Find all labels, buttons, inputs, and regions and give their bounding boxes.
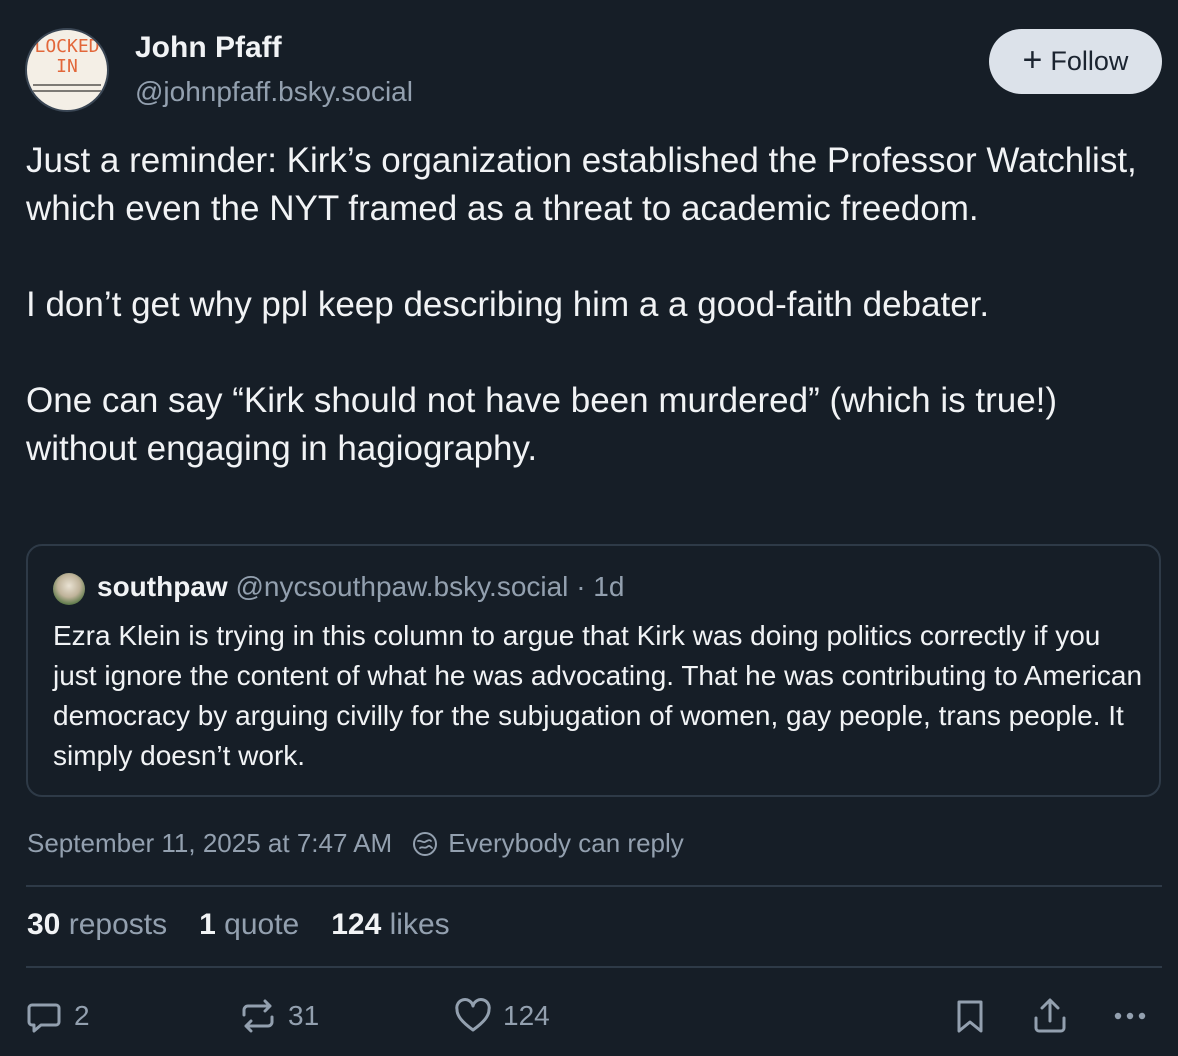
reposts-count: 30: [27, 908, 61, 941]
author-name[interactable]: John Pfaff: [135, 31, 282, 65]
quoted-post-age: 1d: [593, 571, 625, 602]
quoted-post-header: southpaw @nycsouthpaw.bsky.social · 1d: [97, 571, 624, 603]
share-icon: [1034, 998, 1066, 1033]
author-handle[interactable]: @johnpfaff.bsky.social: [135, 76, 413, 108]
share-button[interactable]: [1030, 996, 1070, 1036]
author-avatar[interactable]: LOCKED IN: [25, 28, 109, 112]
post-paragraph: I don’t get why ppl keep describing him …: [26, 285, 990, 324]
quoted-post-separator: ·: [576, 571, 586, 602]
like-count: 124: [503, 1000, 550, 1031]
bookmark-icon: [957, 1000, 983, 1033]
reply-count: 2: [74, 1000, 90, 1031]
reply-button[interactable]: 2: [24, 996, 90, 1036]
follow-button-label: Follow: [1050, 46, 1129, 76]
divider: [26, 885, 1162, 887]
quotes-label: quote: [224, 908, 300, 941]
more-options-button[interactable]: [1110, 996, 1150, 1036]
plus-icon: +: [1022, 41, 1043, 79]
quoted-author-avatar: [53, 573, 85, 605]
repost-icon: [242, 999, 274, 1033]
quotes-count-link[interactable]: 1 quote: [199, 908, 299, 942]
globe-icon: [413, 831, 438, 856]
quoted-author-handle: @nycsouthpaw.bsky.social: [235, 571, 569, 602]
post-paragraph: One can say “Kirk should not have been m…: [26, 381, 1058, 468]
quoted-author-name: southpaw: [97, 571, 228, 602]
bookmark-button[interactable]: [950, 996, 990, 1036]
follow-button[interactable]: + Follow: [989, 29, 1162, 94]
quoted-post-text: Ezra Klein is trying in this column to a…: [53, 620, 1143, 771]
reposts-count-link[interactable]: 30 reposts: [27, 908, 167, 942]
post-timestamp: September 11, 2025 at 7:47 AM: [27, 828, 393, 858]
avatar-book-line: [33, 90, 101, 92]
post-meta: September 11, 2025 at 7:47 AM Everybody …: [27, 828, 684, 859]
post-paragraph: Just a reminder: Kirk’s organization est…: [26, 141, 1137, 228]
post-thread-item: LOCKED IN John Pfaff @johnpfaff.bsky.soc…: [0, 0, 1178, 1056]
heart-icon: [455, 998, 491, 1032]
divider: [26, 966, 1162, 968]
quoted-post-card[interactable]: southpaw @nycsouthpaw.bsky.social · 1d E…: [26, 544, 1161, 797]
reply-setting[interactable]: Everybody can reply: [448, 828, 684, 859]
likes-label: likes: [389, 908, 450, 941]
avatar-text-in: IN: [56, 56, 78, 77]
reposts-label: reposts: [68, 908, 168, 941]
repost-button[interactable]: 31: [238, 996, 319, 1036]
quotes-count: 1: [199, 908, 216, 941]
reply-bubble-icon: [27, 1003, 61, 1033]
engagement-counts: 30 reposts 1 quote 124 likes: [27, 908, 450, 942]
avatar-text-locked: LOCKED: [34, 36, 100, 57]
post-text: Just a reminder: Kirk’s organization est…: [26, 137, 1146, 473]
repost-count: 31: [288, 1000, 320, 1031]
like-button[interactable]: 124: [453, 996, 550, 1036]
avatar-book-line: [33, 84, 101, 86]
more-options-icon: [1114, 1012, 1146, 1020]
likes-count: 124: [331, 908, 382, 941]
likes-count-link[interactable]: 124 likes: [331, 908, 449, 942]
